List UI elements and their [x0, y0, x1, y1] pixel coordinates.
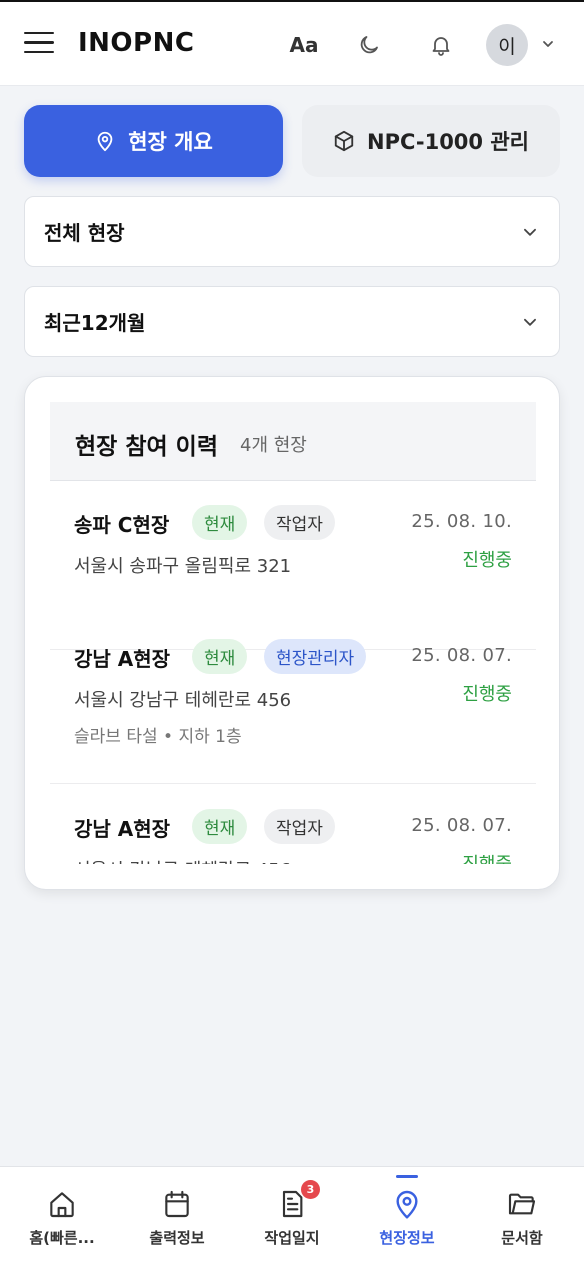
chevron-down-icon: [524, 318, 536, 326]
nav-documents[interactable]: 문서함: [464, 1167, 580, 1268]
nav-output-info[interactable]: 출력정보: [119, 1167, 235, 1268]
map-pin-icon: [391, 1186, 423, 1222]
bell-icon[interactable]: [426, 30, 456, 60]
brand-logo[interactable]: INOPNC: [78, 28, 194, 58]
avatar[interactable]: 이: [486, 24, 528, 66]
list-item[interactable]: 강남 A현장 현재 현장관리자 25. 08. 07. 진행중 서울시 강남구 …: [50, 615, 536, 784]
chevron-down-icon: [524, 228, 536, 236]
tab-label: NPC-1000 관리: [367, 130, 529, 154]
calendar-icon: [161, 1186, 193, 1222]
work-description: 슬라브 타설 • 지하 1층: [74, 727, 242, 747]
nav-label: 출력정보: [149, 1229, 205, 1247]
tab-npc-management[interactable]: NPC-1000 관리: [302, 105, 560, 177]
site-history-card: 현장 참여 이력 4개 현장 송파 C현장 현재 작업자 25. 08. 10.…: [24, 376, 560, 890]
nav-work-log[interactable]: 3 작업일지: [234, 1167, 350, 1268]
role-badge: 작업자: [264, 809, 335, 844]
status-text: 진행중: [462, 550, 512, 571]
nav-label: 문서함: [501, 1229, 543, 1247]
menu-icon[interactable]: [24, 32, 54, 56]
active-indicator: [396, 1175, 418, 1178]
nav-label: 작업일지: [264, 1229, 320, 1247]
tab-label: 현장 개요: [128, 130, 213, 154]
tab-site-overview[interactable]: 현장 개요: [24, 105, 283, 177]
nav-site-info[interactable]: 현장정보: [349, 1167, 465, 1268]
current-badge: 현재: [192, 639, 248, 674]
site-count: 4개 현장: [240, 435, 307, 456]
folder-icon: [506, 1186, 538, 1222]
card-header: 현장 참여 이력 4개 현장: [50, 402, 536, 481]
nav-label: 현장정보: [379, 1229, 435, 1247]
nav-home[interactable]: 홈(빠른...: [4, 1167, 120, 1268]
font-size-button[interactable]: Aa: [288, 30, 320, 60]
item-date: 25. 08. 07.: [411, 815, 512, 836]
site-name: 송파 C현장: [74, 513, 170, 537]
site-name: 강남 A현장: [74, 647, 171, 671]
period-select[interactable]: 최근12개월: [24, 286, 560, 357]
status-text: 진행중: [462, 684, 512, 705]
site-select-value: 전체 현장: [44, 221, 125, 245]
card-title: 현장 참여 이력: [75, 434, 218, 460]
cube-icon: [334, 130, 354, 152]
site-name: 강남 A현장: [74, 817, 171, 841]
site-address: 서울시 강남구 테헤란로 456: [74, 856, 291, 864]
site-address: 서울시 강남구 테헤란로 456: [74, 690, 292, 711]
history-list[interactable]: 송파 C현장 현재 작업자 25. 08. 10. 진행중 서울시 송파구 올림…: [50, 481, 536, 864]
status-text: 진행중: [462, 850, 512, 864]
notification-badge: 3: [301, 1180, 320, 1199]
bottom-nav: 홈(빠른... 출력정보 3 작업일지 현장정보 문서함: [0, 1166, 584, 1268]
map-pin-icon: [97, 131, 113, 152]
home-icon: [46, 1186, 78, 1222]
role-badge: 작업자: [264, 505, 335, 540]
list-item[interactable]: 강남 A현장 현재 작업자 25. 08. 07. 진행중 서울시 강남구 테헤…: [50, 785, 536, 864]
current-badge: 현재: [192, 809, 248, 844]
site-select[interactable]: 전체 현장: [24, 196, 560, 267]
chevron-down-icon[interactable]: [540, 36, 556, 56]
item-date: 25. 08. 07.: [411, 645, 512, 666]
document-icon: 3: [276, 1180, 320, 1222]
site-address: 서울시 송파구 올림픽로 321: [74, 556, 292, 577]
tab-bar: 현장 개요 NPC-1000 관리: [24, 105, 560, 177]
moon-icon[interactable]: [354, 30, 384, 60]
nav-label: 홈(빠른...: [29, 1229, 95, 1247]
period-select-value: 최근12개월: [44, 311, 146, 335]
app-header: INOPNC Aa 이: [0, 2, 584, 86]
role-badge: 현장관리자: [264, 639, 367, 674]
item-date: 25. 08. 10.: [411, 511, 512, 532]
current-badge: 현재: [192, 505, 248, 540]
